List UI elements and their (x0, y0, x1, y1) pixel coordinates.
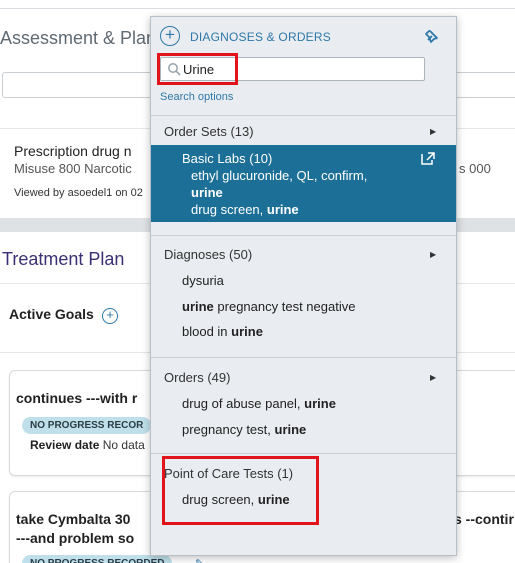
divider (151, 235, 456, 236)
treatment-plan-title: Treatment Plan (2, 249, 125, 269)
review-date-value: No data (102, 438, 145, 452)
top-divider (0, 8, 515, 9)
status-badge: NO PROGRESS RECORDED (22, 555, 173, 563)
order-set-detail: ethyl glucuronide, QL, confirm, (191, 168, 368, 183)
order-set-detail-text: drug screen, (191, 202, 267, 217)
match-text: urine (182, 299, 214, 314)
goal-card-title-line2: ---and problem so (16, 530, 135, 546)
divider (151, 115, 456, 116)
match-text: urine (274, 422, 307, 437)
order-set-detail: drug screen, urine (191, 202, 299, 217)
add-icon[interactable]: + (160, 26, 180, 46)
popup-title: DIAGNOSES & ORDERS (190, 30, 331, 44)
item-text: pregnancy test, (182, 422, 275, 437)
add-goal-icon[interactable]: + (102, 308, 118, 324)
item-text: pregnancy test negative (213, 299, 356, 314)
order-item[interactable]: drug of abuse panel, urine (182, 396, 336, 411)
goal-card-title-right: s --contir (454, 511, 514, 527)
order-sets-header[interactable]: Order Sets (13) (164, 124, 254, 139)
annotation-highlight-point-of-care (162, 456, 319, 525)
review-date: Review date No data (30, 438, 145, 452)
orders-header[interactable]: Orders (49) (164, 370, 230, 385)
match-text: urine (191, 185, 223, 200)
order-item[interactable]: pregnancy test, urine (182, 422, 306, 437)
viewed-by-text: Viewed by asoedel1 on 02 (14, 187, 143, 199)
pin-icon[interactable] (423, 27, 441, 45)
annotation-highlight-search (157, 53, 238, 85)
prescription-details: Misuse 800 Narcotic (14, 161, 132, 176)
divider (151, 357, 456, 358)
diagnoses-header[interactable]: Diagnoses (50) (164, 247, 252, 262)
review-date-label: Review date (30, 438, 100, 452)
prescription-title[interactable]: Prescription drug n (14, 143, 132, 159)
diagnosis-item[interactable]: urine pregnancy test negative (182, 299, 355, 314)
diagnoses-orders-popup: + DIAGNOSES & ORDERS Search options Orde… (150, 16, 457, 556)
chevron-right-icon[interactable]: ▶ (430, 127, 436, 136)
goal-card-title: continues ---with r (16, 390, 138, 406)
order-set-detail: urine (191, 185, 223, 200)
active-goals-label: Active Goals (9, 306, 94, 322)
search-options-link[interactable]: Search options (160, 91, 233, 103)
item-text: drug of abuse panel, (182, 396, 305, 411)
prescription-details-right: s 000 (459, 161, 491, 176)
item-text: dysuria (182, 273, 224, 288)
status-badge: NO PROGRESS RECOR (22, 417, 152, 434)
assessment-plan-title: Assessment & Plan (0, 28, 157, 48)
external-link-icon[interactable] (421, 152, 435, 165)
diagnosis-item[interactable]: dysuria (182, 273, 224, 288)
chevron-right-icon[interactable]: ▶ (430, 373, 436, 382)
match-text: urine (304, 396, 336, 411)
diagnosis-item[interactable]: blood in urine (182, 324, 263, 339)
item-text: blood in (182, 324, 232, 339)
match-text: urine (266, 202, 299, 217)
divider (151, 453, 456, 454)
order-set-title[interactable]: Basic Labs (10) (182, 151, 272, 166)
match-text: urine (231, 324, 263, 339)
edit-icon[interactable]: ✎ (195, 557, 204, 563)
goal-card-title: take Cymbalta 30 (16, 511, 131, 527)
chevron-right-icon[interactable]: ▶ (430, 250, 436, 259)
